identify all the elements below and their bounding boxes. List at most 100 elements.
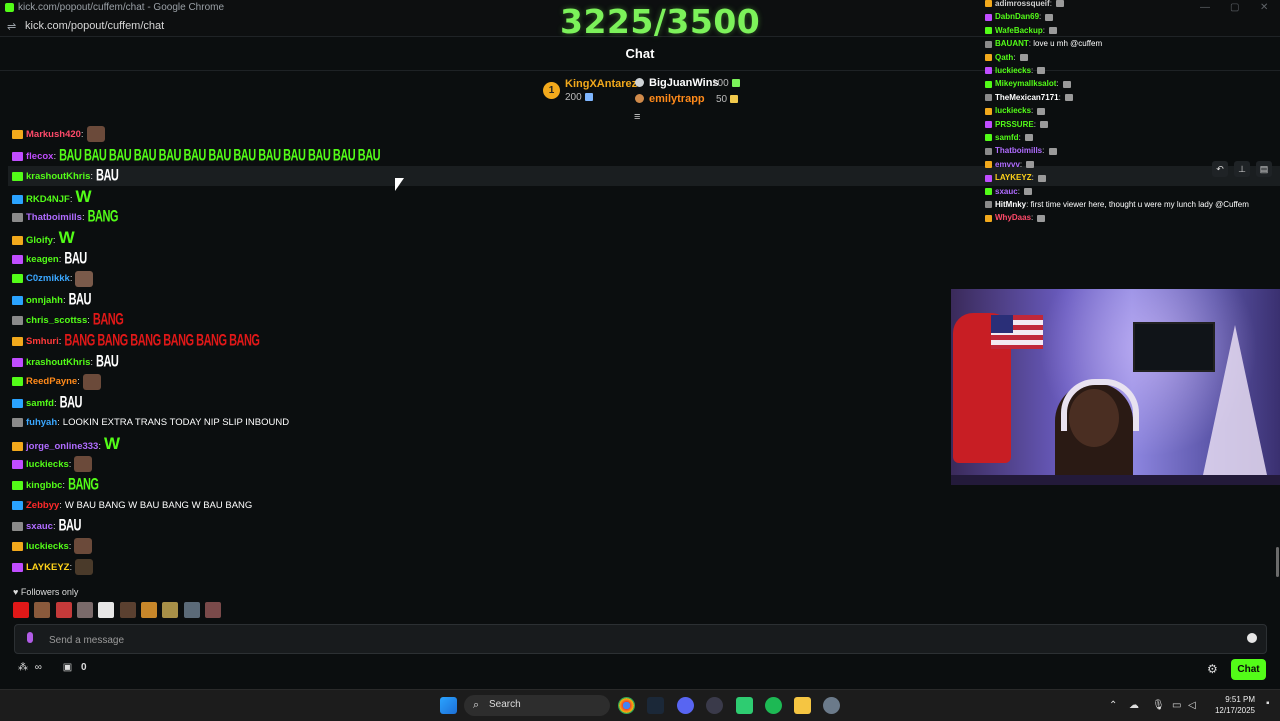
recent-emotes-bar[interactable] — [13, 602, 223, 619]
chat-username[interactable]: Gloify — [26, 235, 53, 246]
chat-username[interactable]: flecox — [26, 151, 53, 162]
treasure-chest-icon[interactable]: ▣ — [63, 662, 72, 673]
notification-icon[interactable]: ▪ — [1266, 698, 1270, 709]
chat-scrollbar[interactable] — [1276, 547, 1279, 577]
chat-message[interactable]: onnjahh: BAU — [12, 290, 91, 310]
chat-username[interactable]: onnjahh — [26, 295, 63, 306]
chat-username[interactable]: Thatboimills — [26, 212, 82, 223]
undo-icon[interactable]: ↶ — [1212, 161, 1228, 177]
points-count: 0 — [80, 662, 87, 673]
pin-icon[interactable]: ⊥ — [1234, 161, 1250, 177]
volume-icon[interactable]: ◁ — [1188, 700, 1196, 711]
chat-username[interactable]: Markush420 — [26, 129, 81, 140]
chat-message[interactable]: RKD4NJF: W — [12, 187, 92, 207]
chrome-icon[interactable] — [618, 697, 635, 714]
chat-message[interactable]: fuhyah: LOOKIN EXTRA TRANS TODAY NIP SLIP… — [12, 413, 289, 433]
emote-face[interactable] — [77, 602, 94, 618]
mouse-cursor — [395, 178, 404, 191]
settings-app-icon[interactable] — [823, 697, 840, 714]
chat-username[interactable]: keagen — [26, 254, 59, 265]
microphone-icon[interactable] — [27, 632, 33, 643]
overlay-chat-message: BAUANT: love u mh @cuffem — [985, 37, 1102, 50]
gear-icon[interactable]: ⚙ — [1207, 663, 1219, 675]
taskbar-search[interactable]: ⌕ Search — [464, 695, 610, 716]
kick-app-icon[interactable] — [736, 697, 753, 714]
emote-face[interactable] — [119, 602, 136, 618]
chat-username[interactable]: samfd — [26, 398, 54, 409]
chat-username[interactable]: ReedPayne — [26, 376, 77, 387]
chat-message[interactable]: LAYKEYZ: — [12, 558, 94, 578]
emote-bau[interactable] — [98, 602, 115, 618]
infinity-icon[interactable]: ∞ — [35, 662, 42, 673]
chat-message[interactable]: Smhuri: BANG BANG BANG BANG BANG BANG — [12, 331, 260, 351]
chat-emote-text: BANG — [87, 208, 119, 227]
chat-message[interactable]: krashoutKhris: BAU — [12, 352, 119, 372]
leaderboard-third-name[interactable]: emilytrapp — [649, 93, 705, 105]
chat-message[interactable]: ReedPayne: — [12, 372, 101, 392]
users-icon[interactable]: ⁂ — [18, 662, 28, 673]
emote-face[interactable] — [55, 602, 72, 618]
spotify-icon[interactable] — [765, 697, 782, 714]
chat-username[interactable]: Smhuri — [26, 336, 59, 347]
onedrive-icon[interactable]: ☁ — [1129, 700, 1139, 711]
chat-message[interactable]: kingbbc: BANG — [12, 475, 99, 495]
url-text[interactable]: kick.com/popout/cuffem/chat — [25, 20, 164, 32]
user-badge-icon — [12, 172, 23, 182]
chat-message[interactable]: luckiecks: — [12, 537, 93, 557]
mod-tools[interactable]: ↶ ⊥ ▤ — [1212, 160, 1278, 178]
chat-username[interactable]: luckiecks — [26, 459, 69, 470]
chat-username[interactable]: jorge_online333 — [26, 441, 98, 452]
chat-username[interactable]: C0zmikkk — [26, 273, 70, 284]
chat-message[interactable]: sxauc: BAU — [12, 516, 81, 536]
chat-footer-left: ⁂ ∞ ▣ 0 — [18, 662, 87, 678]
username-separator: : — [1056, 79, 1061, 89]
emote-face[interactable] — [34, 602, 51, 618]
username-separator: : — [68, 541, 72, 552]
emoji-icon[interactable] — [1247, 633, 1257, 643]
message-input[interactable] — [47, 629, 1231, 651]
chat-message[interactable]: samfd: BAU — [12, 393, 82, 413]
gift-leaderboard[interactable]: 1 KingXAntarez 200 BigJuanWins 100 emily… — [540, 76, 760, 112]
send-chat-button[interactable]: Chat — [1231, 659, 1266, 680]
chat-message[interactable]: Zebbyy: W BAU BANG W BAU BANG W BAU BANG — [12, 496, 252, 516]
network-icon[interactable]: ▭ — [1172, 700, 1181, 711]
chat-username[interactable]: RKD4NJF — [26, 194, 70, 205]
chat-message[interactable]: Thatboimills: BANG — [12, 207, 118, 227]
chat-message[interactable]: jorge_online333: W — [12, 434, 120, 454]
user-badge-icon — [12, 194, 23, 204]
chat-username[interactable]: fuhyah — [26, 417, 57, 428]
chat-username[interactable]: krashoutKhris — [26, 357, 90, 368]
chat-message-list[interactable]: Markush420: flecox: BAU BAU BAU BAU BAU BA… — [8, 124, 1280, 589]
start-icon[interactable] — [440, 697, 457, 714]
app-icon[interactable] — [706, 697, 723, 714]
chat-message[interactable]: keagen: BAU — [12, 249, 87, 269]
emote-face[interactable] — [205, 602, 222, 618]
chat-username[interactable]: LAYKEYZ — [26, 562, 69, 573]
file-explorer-icon[interactable] — [794, 697, 811, 714]
chat-message[interactable]: flecox: BAU BAU BAU BAU BAU BAU BAU BAU B… — [12, 146, 381, 166]
emote-face[interactable] — [162, 602, 179, 618]
chat-username[interactable]: chris_scottss — [26, 315, 87, 326]
steam-icon[interactable] — [647, 697, 664, 714]
collapse-pinned-icon[interactable]: ≡ — [634, 112, 646, 123]
chat-username[interactable]: luckiecks — [26, 541, 69, 552]
site-info-icon[interactable]: ⇌ — [7, 20, 16, 33]
discord-icon[interactable] — [677, 697, 694, 714]
emote-face[interactable] — [183, 602, 200, 618]
emote-face[interactable] — [141, 602, 158, 618]
taskbar-clock[interactable]: 9:51 PM 12/17/2025 — [1205, 694, 1255, 716]
chat-username[interactable]: kingbbc — [26, 480, 62, 491]
emote-bang[interactable] — [13, 602, 29, 618]
tray-chevron-icon[interactable]: ⌃ — [1109, 700, 1117, 711]
trash-icon[interactable]: ▤ — [1256, 161, 1272, 177]
message-input-container[interactable] — [14, 624, 1267, 654]
leaderboard-second-name[interactable]: BigJuanWins — [649, 77, 719, 89]
mic-tray-icon[interactable]: 🎙 — [1152, 700, 1165, 711]
username-separator: : — [1049, 0, 1055, 8]
chat-username[interactable]: krashoutKhris — [26, 171, 90, 182]
overlay-chat-message: HitMnky: first time viewer here, thought… — [985, 198, 1249, 211]
leaderboard-first-name[interactable]: KingXAntarez — [565, 78, 637, 90]
chat-username[interactable]: Zebbyy — [26, 500, 59, 511]
username-separator: : — [1031, 213, 1036, 223]
chat-username[interactable]: sxauc — [26, 521, 53, 532]
